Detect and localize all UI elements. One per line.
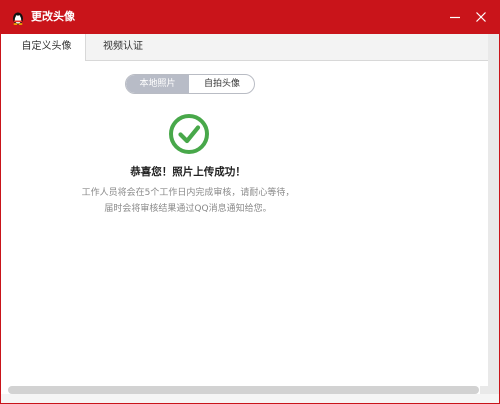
review-notice-line1: 工作人员将会在5个工作日内完成审核，请耐心等待， — [81, 188, 295, 198]
toggle-local-photo[interactable]: 本地照片 — [126, 75, 189, 93]
tab-custom-avatar[interactable]: 自定义头像 — [8, 34, 86, 61]
tab-bar: 自定义头像 视频认证 — [8, 34, 488, 61]
success-title: 恭喜您！照片上传成功！ — [130, 166, 246, 178]
minimize-button[interactable] — [447, 9, 463, 25]
photo-source-toggle: 本地照片 自拍头像 — [125, 74, 255, 94]
titlebar: 更改头像 — [1, 1, 499, 34]
review-notice-line2: 届时会将审核结果通过QQ消息通知给您。 — [104, 204, 272, 214]
horizontal-scrollbar[interactable] — [8, 386, 479, 394]
penguin-icon — [11, 10, 25, 25]
tab-content: 本地照片 自拍头像 恭喜您！照片上传成功！ 工作人员将会在5个工作日内完成审核，… — [8, 61, 488, 386]
window-title: 更改头像 — [31, 10, 75, 23]
left-edge — [1, 34, 8, 394]
right-edge — [488, 34, 499, 394]
scrollbar-corner — [480, 386, 488, 394]
close-button[interactable] — [473, 9, 489, 25]
check-circle-icon — [168, 113, 210, 155]
toggle-selfie-avatar[interactable]: 自拍头像 — [190, 75, 254, 93]
bottom-edge — [1, 394, 499, 403]
change-avatar-window: 更改头像 自定义头像 视频认证 本地照片 自拍头像 恭喜您！照片上传成功！ 工作… — [0, 0, 500, 404]
minimize-icon — [450, 16, 460, 19]
close-icon — [476, 12, 486, 22]
tab-video-verification[interactable]: 视频认证 — [88, 34, 158, 60]
